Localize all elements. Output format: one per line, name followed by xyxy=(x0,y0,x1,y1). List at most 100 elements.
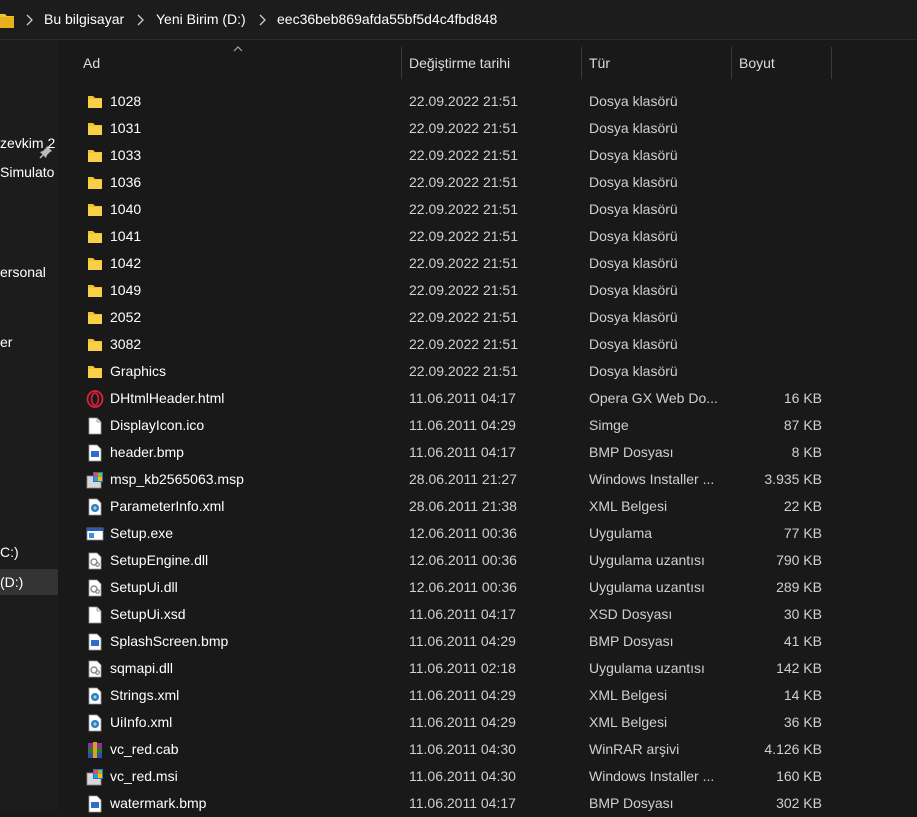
column-divider[interactable] xyxy=(831,47,832,79)
file-name: 1036 xyxy=(110,174,142,190)
table-row[interactable]: header.bmp 11.06.2011 04:17 BMP Dosyası 8 K… xyxy=(80,439,840,466)
blank-file-icon xyxy=(86,417,104,435)
file-date: 11.06.2011 04:17 xyxy=(409,795,516,811)
file-date: 28.06.2011 21:27 xyxy=(409,471,517,487)
file-date: 22.09.2022 21:51 xyxy=(409,336,518,352)
file-date: 12.06.2011 00:36 xyxy=(409,579,517,595)
nav-item-personal[interactable]: ersonal xyxy=(0,259,58,285)
file-type: BMP Dosyası xyxy=(589,444,674,460)
folder-icon xyxy=(0,14,14,28)
file-name: SetupUi.dll xyxy=(110,579,178,595)
table-row[interactable]: vc_red.cab 11.06.2011 04:30 WinRAR arşivi 4… xyxy=(80,736,840,763)
file-type: Dosya klasörü xyxy=(589,336,678,352)
table-row[interactable]: ParameterInfo.xml 28.06.2011 21:38 XML Bel… xyxy=(80,493,840,520)
table-row[interactable]: 1042 22.09.2022 21:51 Dosya klasörü xyxy=(80,250,840,277)
table-row[interactable]: msp_kb2565063.msp 28.06.2011 21:27 Windows… xyxy=(80,466,840,493)
table-row[interactable]: vc_red.msi 11.06.2011 04:30 Windows Instal… xyxy=(80,763,840,790)
file-name: 1042 xyxy=(110,255,142,271)
table-row[interactable]: Strings.xml 11.06.2011 04:29 XML Belgesi 14… xyxy=(80,682,840,709)
file-type: XSD Dosyası xyxy=(589,606,673,622)
file-size: 790 KB xyxy=(776,552,822,568)
blank-file-icon xyxy=(86,606,104,624)
table-row[interactable]: 1031 22.09.2022 21:51 Dosya klasörü xyxy=(80,115,840,142)
nav-item-simulator[interactable]: Simulato xyxy=(0,159,58,185)
column-header-type[interactable]: Tür xyxy=(581,41,731,79)
table-row[interactable]: 2052 22.09.2022 21:51 Dosya klasörü xyxy=(80,304,840,331)
table-row[interactable]: Graphics 22.09.2022 21:51 Dosya klasörü xyxy=(80,358,840,385)
file-date: 12.06.2011 00:36 xyxy=(409,525,517,541)
file-size: 4.126 KB xyxy=(764,741,822,757)
navigation-pane: zevkim 2 Simulato ersonal er C:) (D:) xyxy=(0,41,58,812)
table-row[interactable]: 1033 22.09.2022 21:51 Dosya klasörü xyxy=(80,142,840,169)
file-date: 22.09.2022 21:51 xyxy=(409,93,518,109)
file-name: 1028 xyxy=(110,93,142,109)
table-row[interactable]: DisplayIcon.ico 11.06.2011 04:29 Simge 87 K… xyxy=(80,412,840,439)
column-header-name[interactable]: Ad xyxy=(75,41,401,79)
file-date: 22.09.2022 21:51 xyxy=(409,120,518,136)
breadcrumb-this-pc[interactable]: Bu bilgisayar xyxy=(44,11,124,27)
file-date: 11.06.2011 04:17 xyxy=(409,444,516,460)
folder-icon xyxy=(86,93,104,111)
file-date: 22.09.2022 21:51 xyxy=(409,147,518,163)
table-row[interactable]: SetupUi.dll 12.06.2011 00:36 Uygulama uzan… xyxy=(80,574,840,601)
folder-icon xyxy=(86,282,104,300)
nav-item-zevkim[interactable]: zevkim 2 xyxy=(0,130,58,156)
file-name: 1041 xyxy=(110,228,142,244)
file-type: Dosya klasörü xyxy=(589,147,678,163)
file-name: 1049 xyxy=(110,282,142,298)
chevron-right-icon[interactable] xyxy=(257,14,267,26)
folder-icon xyxy=(86,309,104,327)
file-type: XML Belgesi xyxy=(589,687,668,703)
file-name: 1033 xyxy=(110,147,142,163)
breadcrumb-drive-d[interactable]: Yeni Birim (D:) xyxy=(156,11,246,27)
column-header-date[interactable]: Değiştirme tarihi xyxy=(401,41,581,79)
nav-item-drive-d[interactable]: (D:) xyxy=(0,569,58,595)
table-row[interactable]: 1036 22.09.2022 21:51 Dosya klasörü xyxy=(80,169,840,196)
table-row[interactable]: 1028 22.09.2022 21:51 Dosya klasörü xyxy=(80,88,840,115)
dll-file-icon xyxy=(86,552,104,570)
chevron-right-icon[interactable] xyxy=(135,14,145,26)
address-bar[interactable]: Bu bilgisayar Yeni Birim (D:) eec36beb86… xyxy=(0,0,917,40)
file-type: Dosya klasörü xyxy=(589,201,678,217)
table-row[interactable]: SetupUi.xsd 11.06.2011 04:17 XSD Dosyası 30… xyxy=(80,601,840,628)
bmp-file-icon xyxy=(86,633,104,651)
file-type: Dosya klasörü xyxy=(589,120,678,136)
file-date: 22.09.2022 21:51 xyxy=(409,201,518,217)
table-row[interactable]: 1049 22.09.2022 21:51 Dosya klasörü xyxy=(80,277,840,304)
file-date: 12.06.2011 00:36 xyxy=(409,552,517,568)
file-type: XML Belgesi xyxy=(589,498,668,514)
table-row[interactable]: watermark.bmp 11.06.2011 04:17 BMP Dosyası… xyxy=(80,790,840,817)
nav-item-drive-c[interactable]: C:) xyxy=(0,539,58,565)
file-date: 11.06.2011 04:29 xyxy=(409,633,516,649)
file-size: 160 KB xyxy=(776,768,822,784)
breadcrumb-current-folder[interactable]: eec36beb869afda55bf5d4c4fbd848 xyxy=(277,11,497,27)
file-type: BMP Dosyası xyxy=(589,633,674,649)
file-name: header.bmp xyxy=(110,444,184,460)
table-row[interactable]: 3082 22.09.2022 21:51 Dosya klasörü xyxy=(80,331,840,358)
table-row[interactable]: UiInfo.xml 11.06.2011 04:29 XML Belgesi 36 … xyxy=(80,709,840,736)
file-date: 22.09.2022 21:51 xyxy=(409,174,518,190)
file-size: 8 KB xyxy=(791,444,822,460)
table-row[interactable]: SplashScreen.bmp 11.06.2011 04:29 BMP Dosy… xyxy=(80,628,840,655)
table-row[interactable]: SetupEngine.dll 12.06.2011 00:36 Uygulama … xyxy=(80,547,840,574)
file-date: 28.06.2011 21:38 xyxy=(409,498,517,514)
nav-item-er[interactable]: er xyxy=(0,329,58,355)
file-name: vc_red.cab xyxy=(110,741,179,757)
file-size: 289 KB xyxy=(776,579,822,595)
column-header-size[interactable]: Boyut xyxy=(731,41,831,79)
xml-file-icon xyxy=(86,687,104,705)
file-list: Ad Değiştirme tarihi Tür Boyut 1028 22.09… xyxy=(58,41,917,813)
file-size: 142 KB xyxy=(776,660,822,676)
chevron-right-icon[interactable] xyxy=(24,14,34,26)
file-date: 11.06.2011 02:18 xyxy=(409,660,516,676)
file-type: Windows Installer ... xyxy=(589,768,715,784)
table-row[interactable]: sqmapi.dll 11.06.2011 02:18 Uygulama uzant… xyxy=(80,655,840,682)
file-type: XML Belgesi xyxy=(589,714,668,730)
table-row[interactable]: DHtmlHeader.html 11.06.2011 04:17 Opera GX… xyxy=(80,385,840,412)
table-row[interactable]: 1041 22.09.2022 21:51 Dosya klasörü xyxy=(80,223,840,250)
table-row[interactable]: Setup.exe 12.06.2011 00:36 Uygulama 77 KB xyxy=(80,520,840,547)
file-name: msp_kb2565063.msp xyxy=(110,471,244,487)
folder-icon xyxy=(86,174,104,192)
table-row[interactable]: 1040 22.09.2022 21:51 Dosya klasörü xyxy=(80,196,840,223)
dll-file-icon xyxy=(86,579,104,597)
